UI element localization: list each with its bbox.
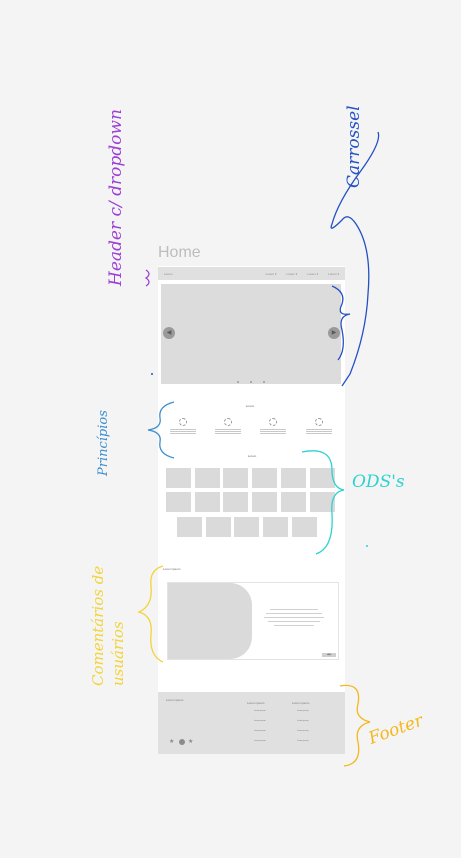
annotation-ods-brace — [301, 450, 345, 555]
annotation-header-label: Header c/ dropdown — [106, 109, 126, 286]
annotation-ods-label: ODS's — [352, 472, 405, 492]
annotation-header-bracket — [144, 269, 150, 287]
annotation-footer-brace — [339, 684, 371, 767]
annotation-comments-label: Comentários de usuários — [89, 565, 127, 686]
annotation-carousel-brace — [331, 285, 351, 361]
annotation-principles-label: Princípios — [96, 410, 111, 476]
annotation-comments-brace — [137, 565, 164, 663]
annotation-carousel-label: Carrossel — [344, 105, 364, 188]
annotation-principles-brace — [147, 401, 175, 459]
